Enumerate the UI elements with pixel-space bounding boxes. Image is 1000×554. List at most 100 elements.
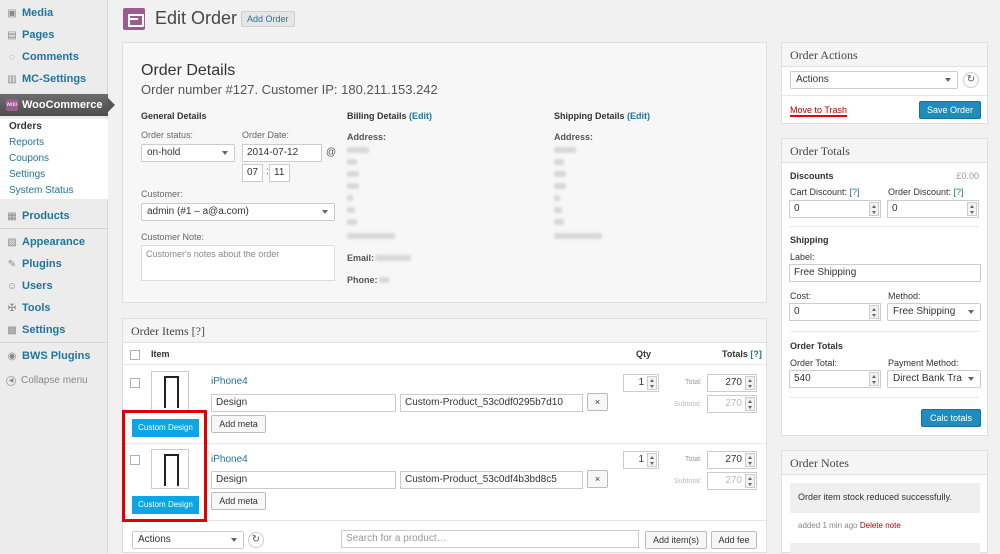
sidebar-item-bws-plugins[interactable]: ◉ BWS Plugins: [0, 345, 108, 367]
stepper-icon: [869, 305, 879, 319]
header-divider: [123, 364, 766, 365]
billing-phone-label: Phone:: [347, 275, 378, 285]
add-meta-button[interactable]: Add meta: [211, 415, 266, 433]
order-action-select[interactable]: Actions: [790, 71, 958, 89]
customer-note-textarea[interactable]: Customer's notes about the order: [141, 245, 335, 281]
plugins-icon: ✎: [7, 258, 17, 270]
sidebar-item-products[interactable]: ▦ Products: [0, 205, 108, 227]
add-items-button[interactable]: Add item(s): [645, 531, 707, 549]
sidebar-subitem-orders[interactable]: Orders: [0, 119, 108, 135]
shipping-method-select[interactable]: Free Shipping: [887, 303, 981, 321]
save-order-button[interactable]: Save Order: [919, 101, 981, 119]
add-order-button[interactable]: Add Order: [241, 11, 295, 27]
remove-meta-button[interactable]: ×: [587, 393, 608, 411]
redacted-text: [554, 207, 562, 213]
sidebar-subitem-reports[interactable]: Reports: [0, 135, 108, 151]
order-discount-help[interactable]: [?]: [954, 187, 964, 197]
shipping-cost-input[interactable]: 0: [789, 303, 881, 321]
line-subtotal-input[interactable]: 270: [707, 395, 757, 413]
delete-note-link[interactable]: Delete note: [860, 521, 901, 530]
calc-totals-button[interactable]: Calc totals: [921, 409, 981, 427]
product-search-input[interactable]: Search for a product…: [341, 530, 639, 548]
order-total-input[interactable]: 540: [789, 370, 881, 388]
order-actions-panel: Order Actions Actions ↻ Move to Trash Sa…: [781, 42, 988, 124]
redacted-text: [379, 277, 389, 283]
sidebar-item-media[interactable]: ▣ Media: [0, 2, 108, 24]
page-title: Edit Order: [155, 8, 238, 28]
cart-discount-input[interactable]: 0: [789, 200, 881, 218]
order-minute-input[interactable]: 11: [269, 164, 290, 182]
qty-input[interactable]: 1: [623, 451, 659, 469]
cart-discount-help[interactable]: [?]: [850, 187, 860, 197]
general-details-heading: General Details: [141, 111, 207, 121]
shipping-address-label: Address:: [554, 132, 594, 142]
order-hour-input[interactable]: 07: [242, 164, 263, 182]
payment-method-select[interactable]: Direct Bank Tra: [887, 370, 981, 388]
add-fee-button[interactable]: Add fee: [711, 531, 757, 549]
bws-plugins-icon: ◉: [7, 350, 17, 362]
order-status-select[interactable]: on-hold: [141, 144, 235, 162]
redacted-text: [554, 233, 602, 239]
redacted-text: [347, 159, 357, 165]
item-name-link[interactable]: iPhone4: [211, 454, 248, 465]
sidebar-item-tools[interactable]: ✠ Tools: [0, 297, 108, 319]
tools-icon: ✠: [7, 302, 17, 314]
order-totals-heading: Order Totals: [790, 341, 843, 351]
customer-select[interactable]: admin (#1 – a@a.com): [141, 203, 335, 221]
meta-value-input[interactable]: Custom-Product_53c0df0295b7d10: [400, 394, 583, 412]
actions-divider: [782, 95, 987, 96]
select-all-checkbox[interactable]: [130, 350, 140, 360]
redacted-text: [554, 195, 560, 201]
sidebar-item-plugins[interactable]: ✎ Plugins: [0, 253, 108, 275]
item-checkbox[interactable]: [130, 378, 140, 388]
shipping-details-heading: Shipping Details (Edit): [554, 111, 651, 121]
sidebar-item-mc-settings[interactable]: ▥ MC-Settings: [0, 68, 108, 90]
settings-icon: ▩: [7, 324, 17, 336]
line-total-input[interactable]: 270: [707, 451, 757, 469]
sidebar-item-appearance[interactable]: ▨ Appearance: [0, 231, 108, 253]
meta-key-input[interactable]: Design: [211, 394, 396, 412]
row-divider: [123, 520, 766, 521]
item-name-link[interactable]: iPhone4: [211, 376, 248, 387]
billing-edit-link[interactable]: (Edit): [409, 111, 432, 121]
redacted-text: [347, 219, 357, 225]
redacted-text: [375, 255, 411, 261]
order-discount-input[interactable]: 0: [887, 200, 979, 218]
add-meta-button[interactable]: Add meta: [211, 492, 266, 510]
sidebar-subitem-settings[interactable]: Settings: [0, 167, 108, 183]
order-notes-title: Order Notes: [782, 451, 987, 475]
column-qty: Qty: [636, 349, 652, 359]
meta-value-input[interactable]: Custom-Product_53c0df4b3bd8c5: [400, 471, 583, 489]
stepper-icon: [745, 453, 755, 467]
bulk-actions-select[interactable]: Actions: [132, 531, 244, 549]
sidebar-subitem-system-status[interactable]: System Status: [0, 183, 108, 199]
move-to-trash-link[interactable]: Move to Trash: [790, 105, 848, 117]
sidebar-item-pages[interactable]: ▤ Pages: [0, 24, 108, 46]
qty-input[interactable]: 1: [623, 374, 659, 392]
redacted-text: [347, 207, 355, 213]
line-total-input[interactable]: 270: [707, 374, 757, 392]
stepper-icon: [967, 202, 977, 216]
order-date-input[interactable]: 2014-07-12: [242, 144, 322, 162]
redacted-text: [347, 195, 353, 201]
sidebar-item-comments[interactable]: ◌ Comments: [0, 46, 108, 68]
sidebar-item-woocommerce[interactable]: woo WooCommerce: [0, 94, 115, 116]
chevron-down-icon: [945, 78, 951, 82]
refresh-icon[interactable]: ↻: [963, 72, 979, 88]
stepper-icon: [647, 376, 657, 390]
chevron-down-icon: [222, 151, 228, 155]
shipping-edit-link[interactable]: (Edit): [627, 111, 650, 121]
meta-key-input[interactable]: Design: [211, 471, 396, 489]
totals-divider: [790, 397, 979, 398]
sidebar-item-users[interactable]: ☺ Users: [0, 275, 108, 297]
remove-meta-button[interactable]: ×: [587, 470, 608, 488]
line-subtotal-input[interactable]: 270: [707, 472, 757, 490]
admin-sidebar: ▣ Media ▤ Pages ◌ Comments ▥ MC-Settings woo…: [0, 0, 115, 553]
sidebar-item-settings[interactable]: ▩ Settings: [0, 319, 108, 341]
refresh-icon[interactable]: ↻: [248, 532, 264, 548]
collapse-menu-button[interactable]: ◀ Collapse menu: [6, 375, 88, 386]
totals-help-link[interactable]: [?]: [750, 349, 762, 359]
sidebar-subitem-coupons[interactable]: Coupons: [0, 151, 108, 167]
shipping-heading: Shipping: [790, 235, 829, 245]
shipping-label-input[interactable]: Free Shipping: [789, 264, 981, 282]
